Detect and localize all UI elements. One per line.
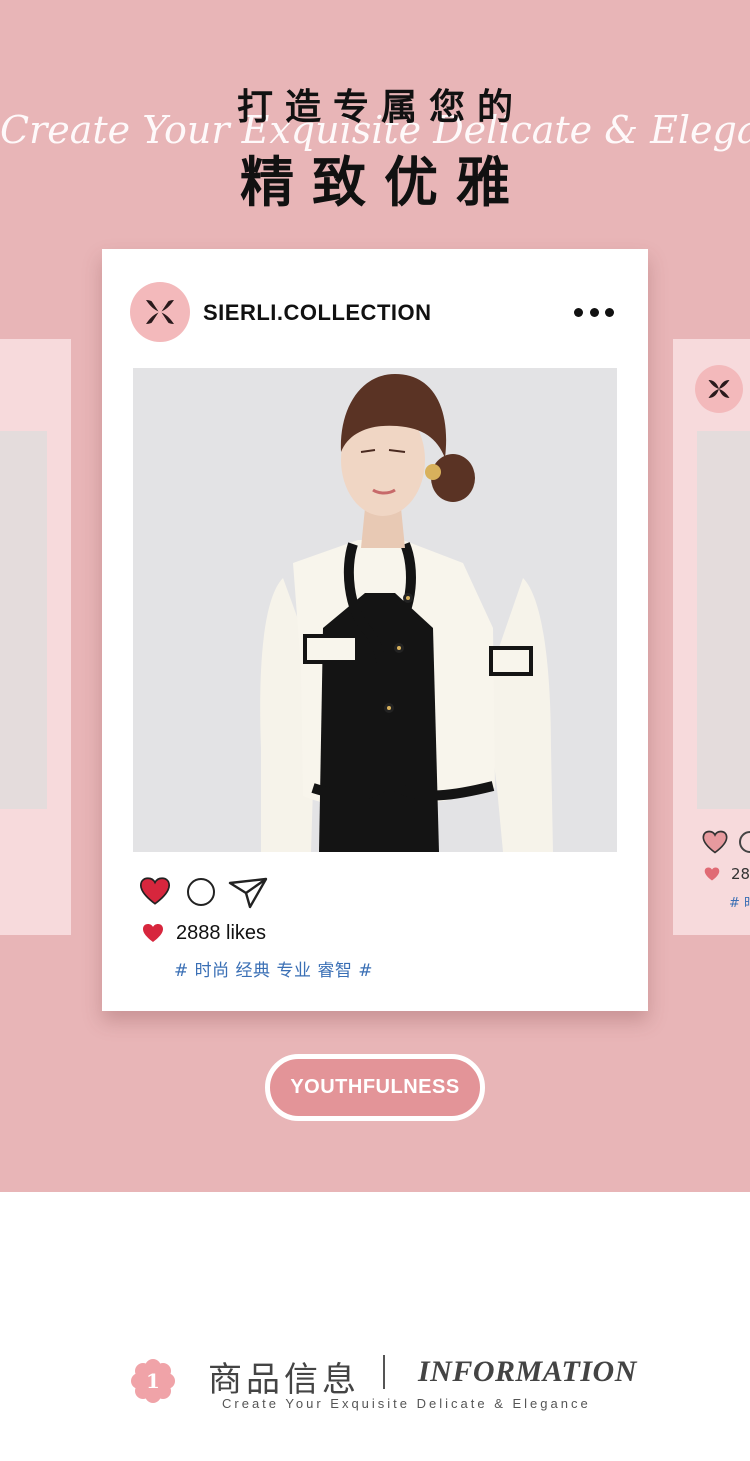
headline-secondary: 精致优雅 <box>240 151 528 214</box>
model-photo-illustration <box>133 368 617 852</box>
comment-icon <box>739 831 750 853</box>
flower-number-badge: 1 <box>131 1359 175 1403</box>
side-hashtags: # 时 <box>729 896 750 911</box>
brand-avatar[interactable] <box>130 282 190 342</box>
brand-logo-icon <box>146 299 174 325</box>
badge-number: 1 <box>146 1369 160 1393</box>
post-username[interactable]: SIERLI.COLLECTION <box>203 300 432 326</box>
heart-outline-icon <box>702 830 728 854</box>
more-dot <box>589 307 599 317</box>
info-title-cn: 商品信息 <box>208 1360 360 1400</box>
youthfulness-button[interactable]: YOUTHFULNESS <box>265 1054 485 1121</box>
side-post-card-right: 288 # 时 <box>673 339 750 935</box>
info-divider <box>383 1355 385 1389</box>
headline-primary: 打造专属您的 <box>236 87 525 128</box>
send-icon[interactable] <box>228 875 268 909</box>
likes-count[interactable]: 2888 likes <box>176 922 266 945</box>
post-photo[interactable] <box>133 368 617 852</box>
side-post-image-right <box>697 431 750 809</box>
more-options-button[interactable] <box>574 302 614 322</box>
info-subtitle: Create Your Exquisite Delicate & Eleganc… <box>222 1396 591 1411</box>
hero-banner: Create Your Exquisite Delicate & Eleganc… <box>0 0 750 1192</box>
heart-icon[interactable] <box>138 875 172 907</box>
more-horizontal-icon <box>574 307 583 317</box>
more-dot <box>605 307 614 317</box>
post-hashtags[interactable]: # 时尚 经典 专业 睿智 # <box>174 956 373 981</box>
info-section: 1 商品信息 INFORMATION Create Your Exquisite… <box>0 1192 750 1461</box>
brand-logo-icon <box>695 365 743 413</box>
comment-icon[interactable] <box>187 878 215 906</box>
heart-icon <box>704 867 720 881</box>
info-title-en: INFORMATION <box>418 1355 637 1388</box>
side-post-card-left <box>0 339 71 935</box>
side-likes-text: 288 <box>731 865 750 883</box>
heart-icon <box>143 924 163 942</box>
post-card: SIERLI.COLLECTION 2888 likes # 时尚 经典 专业 … <box>102 249 648 1011</box>
side-post-image-left <box>0 431 47 809</box>
